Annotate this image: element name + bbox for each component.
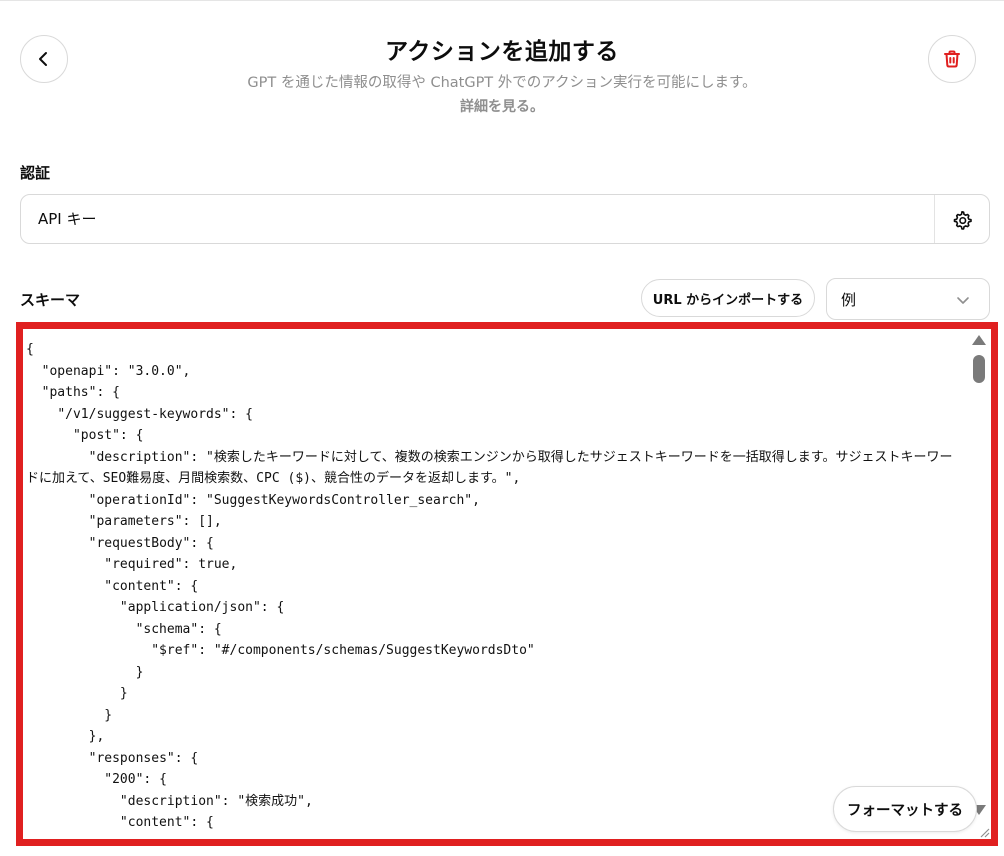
- schema-editor[interactable]: { "openapi": "3.0.0", "paths": { "/v1/su…: [16, 322, 998, 846]
- add-action-page: アクションを追加する GPT を通じた情報の取得や ChatGPT 外でのアクシ…: [0, 0, 1004, 856]
- schema-code-text[interactable]: { "openapi": "3.0.0", "paths": { "/v1/su…: [23, 339, 955, 834]
- top-divider: [0, 0, 1004, 1]
- resize-grip-icon[interactable]: [978, 826, 990, 838]
- chevron-down-icon: [957, 297, 969, 304]
- scroll-up-arrow[interactable]: [972, 335, 986, 345]
- gear-icon: [953, 211, 972, 230]
- schema-section-label: スキーマ: [20, 291, 81, 309]
- editor-scrollbar[interactable]: [967, 329, 991, 839]
- example-select-value: 例: [841, 291, 857, 309]
- auth-settings-button[interactable]: [949, 207, 975, 233]
- example-select[interactable]: 例: [826, 278, 990, 320]
- import-from-url-button[interactable]: URL からインポートする: [641, 279, 815, 317]
- auth-section-label: 認証: [20, 164, 51, 182]
- auth-field[interactable]: API キー: [20, 194, 990, 244]
- scroll-thumb[interactable]: [973, 355, 985, 383]
- learn-more-link[interactable]: 詳細を見る。: [460, 96, 544, 118]
- page-header: アクションを追加する GPT を通じた情報の取得や ChatGPT 外でのアクシ…: [0, 36, 1004, 118]
- format-button[interactable]: フォーマットする: [833, 786, 977, 832]
- page-title: アクションを追加する: [385, 39, 619, 65]
- auth-type-value: API キー: [38, 210, 97, 228]
- page-subtitle: GPT を通じた情報の取得や ChatGPT 外でのアクション実行を可能にします…: [247, 75, 757, 91]
- auth-field-divider: [934, 195, 935, 243]
